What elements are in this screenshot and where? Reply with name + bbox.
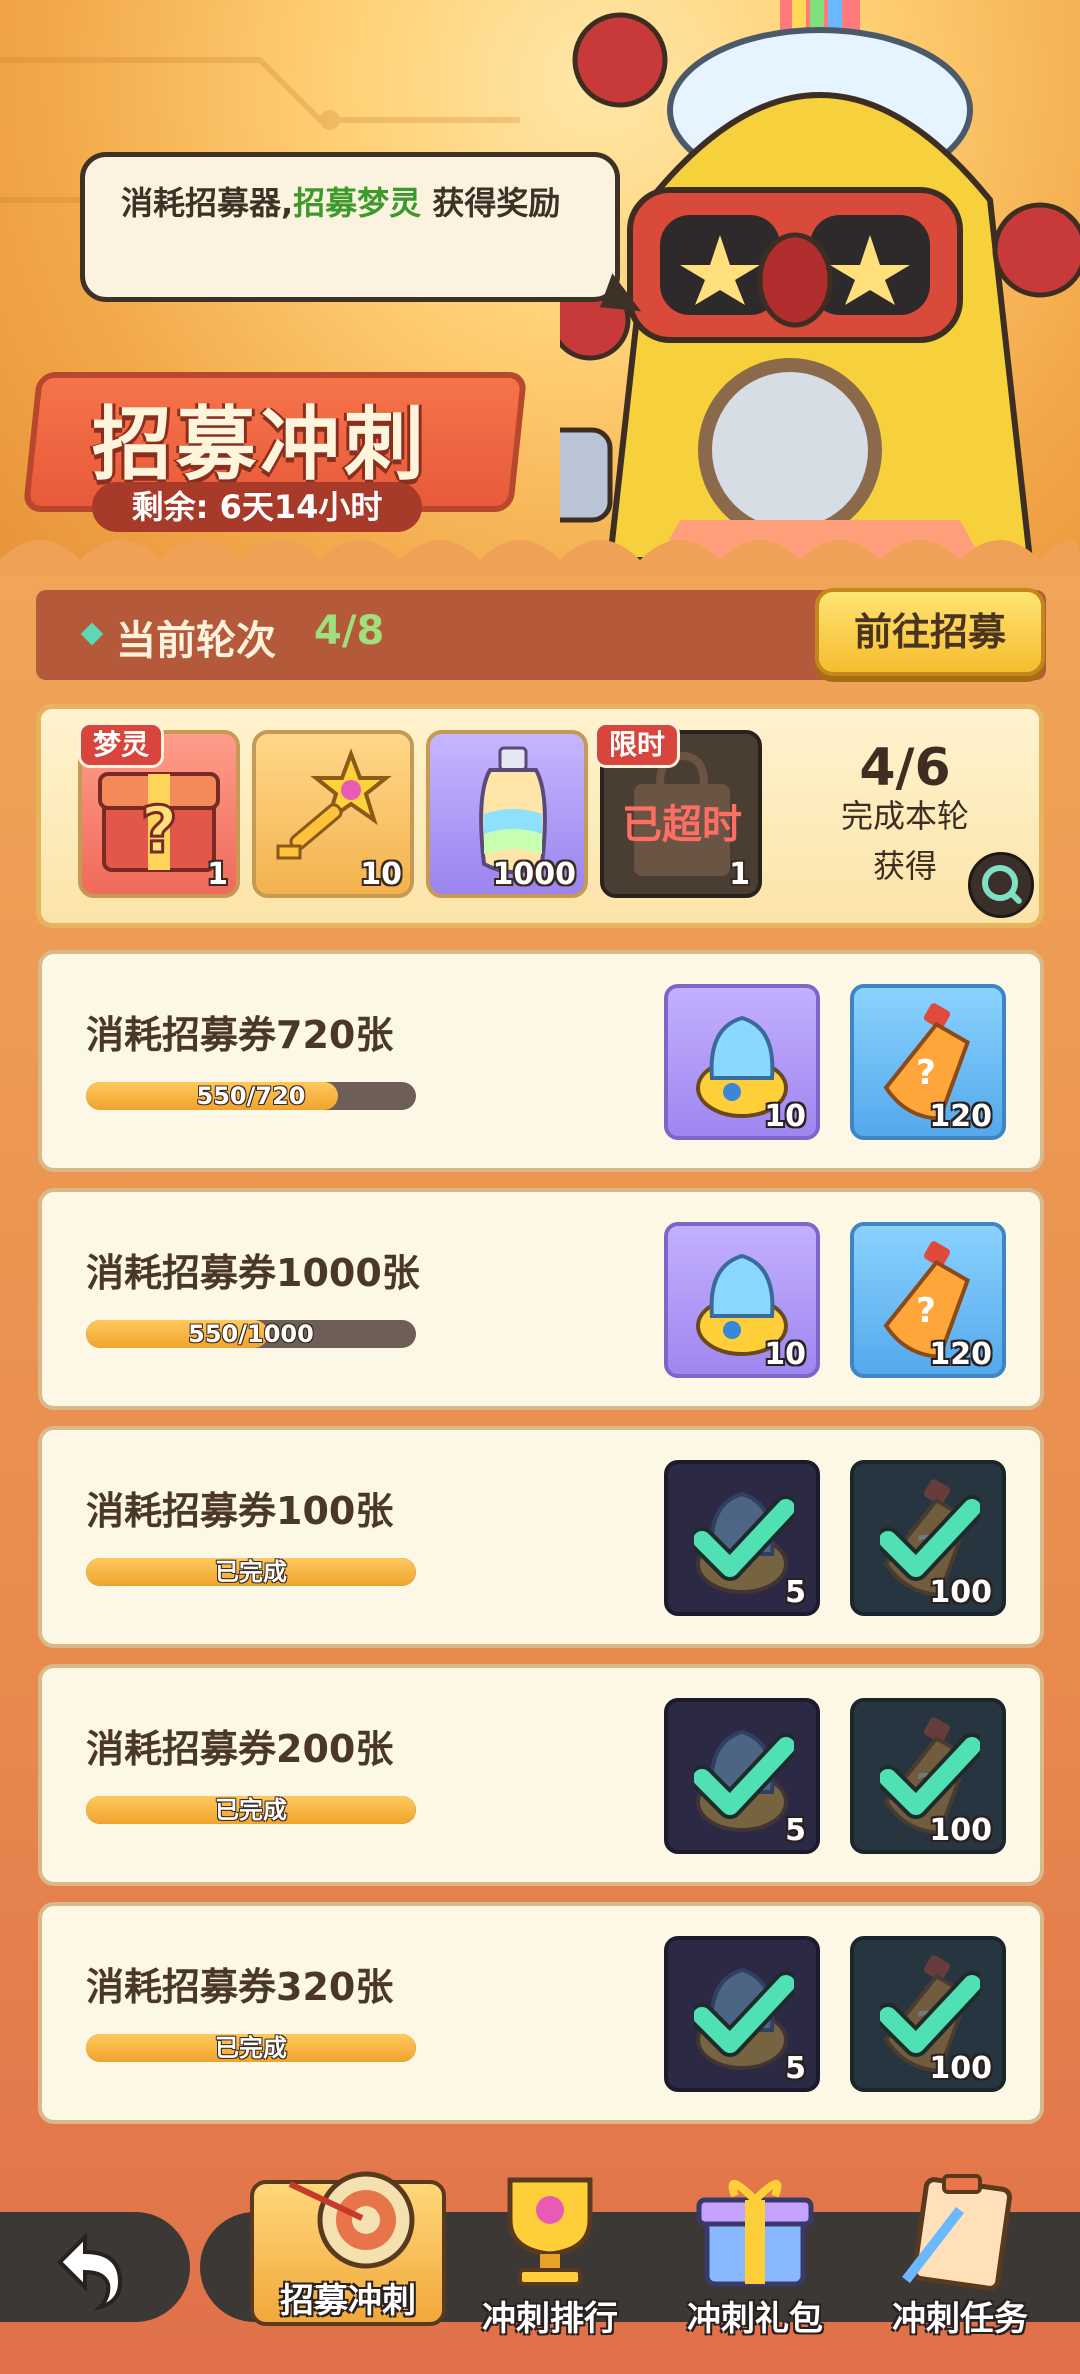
svg-text:?: ? [916,1291,936,1331]
tag-spirit: 梦灵 [78,722,165,768]
bubble-text: 消耗招募器, [121,184,294,222]
task-reward-item[interactable]: ? 100 [850,1936,1006,2092]
bubble-text-end: 获得奖励 [421,184,561,222]
bubble-highlight-text: 招募梦灵 [293,184,422,222]
task-card: 消耗招募券320张已完成 5 ? 100 [38,1902,1044,2124]
task-title: 消耗招募券720张 [86,1013,394,1057]
task-card: 消耗招募券1000张 550/1000 10? 120 [38,1188,1044,1410]
task-card: 消耗招募券720张 550/720 10? 120 [38,950,1044,1172]
reward-qty: 10 [764,1099,806,1134]
checkmark-icon [694,1495,794,1581]
reward-slot-key[interactable]: 10 [252,730,414,898]
reward-qty: 120 [929,1099,992,1134]
task-reward-item[interactable]: ? 100 [850,1460,1006,1616]
task-progress-bar: 550/1000 [86,1320,416,1348]
task-card: 消耗招募券100张已完成 5 ? 100 [38,1426,1044,1648]
reward-slot-bottle[interactable]: 1000 [426,730,588,898]
svg-text:?: ? [140,794,177,868]
checkmark-icon [694,1733,794,1819]
task-title: 消耗招募券100张 [86,1489,394,1533]
round-value: 4/8 [314,608,385,654]
tab-sprint-gift[interactable]: 冲刺礼包 [655,2170,855,2340]
tab-sprint-task[interactable]: 冲刺任务 [860,2170,1060,2340]
task-progress-bar: 已完成 [86,1558,416,1586]
task-progress-bar: 已完成 [86,2034,416,2062]
tab-recruit-sprint[interactable]: 招募冲刺 [250,2171,446,2326]
checkmark-icon [880,1495,980,1581]
progress-text: 已完成 [215,1796,287,1824]
reward-qty: 120 [929,1337,992,1372]
tab-label: 冲刺任务 [892,2299,1028,2339]
clipboard-icon [902,2174,1013,2290]
progress-text: 已完成 [215,1558,287,1586]
diamond-icon [80,622,104,646]
event-title: 招募冲刺 [92,398,428,491]
reward-qty: 5 [785,2051,806,2086]
reward-qty: 5 [785,1575,806,1610]
back-button[interactable] [0,2212,190,2322]
round-progress: 4/6 完成本轮 获得 [820,740,990,886]
checkmark-icon [880,1733,980,1819]
round-label: 当前轮次 [116,618,276,664]
tag-limited: 限时 [594,722,681,768]
trophy-icon [507,2177,593,2286]
progress-text: 550/720 [196,1082,306,1110]
reward-qty: 5 [785,1813,806,1848]
task-reward-item[interactable]: 5 [664,1460,820,1616]
task-reward-item[interactable]: 5 [664,1698,820,1854]
task-reward-item[interactable]: ? 100 [850,1698,1006,1854]
task-progress-bar: 已完成 [86,1796,416,1824]
task-reward-item[interactable]: ? 120 [850,1222,1006,1378]
reward-qty: 100 [929,1813,992,1848]
svg-text:?: ? [916,1053,936,1093]
magnifier-icon[interactable] [968,852,1034,918]
back-arrow-icon [57,2232,123,2311]
reward-qty: 100 [929,1575,992,1610]
hero-banner: 消耗招募器,招募梦灵 获得奖励 招募冲刺 剩余: 6天14小时 [0,0,1080,575]
task-reward-item[interactable]: 10 [664,1222,820,1378]
dartboard-icon [288,2171,415,2269]
reward-qty: 100 [929,2051,992,2086]
task-reward-item[interactable]: 5 [664,1936,820,2092]
scallop-divider [0,540,1080,575]
round-progress-value: 4/6 [859,738,951,798]
reward-qty: 10 [360,857,402,892]
round-progress-line1: 完成本轮 [840,797,969,835]
expired-label: 已超时 [622,802,742,848]
speech-bubble: 消耗招募器,招募梦灵 获得奖励 [80,152,620,302]
task-reward-item[interactable]: ? 120 [850,984,1006,1140]
tab-label: 冲刺礼包 [687,2299,823,2339]
task-title: 消耗招募券200张 [86,1727,394,1771]
task-reward-item[interactable]: 10 [664,984,820,1140]
tab-label: 冲刺排行 [482,2299,618,2339]
checkmark-icon [694,1971,794,2057]
goto-recruit-button[interactable]: 前往招募 [815,588,1045,676]
reward-qty: 1000 [492,857,577,892]
tab-sprint-ranking[interactable]: 冲刺排行 [450,2170,650,2340]
task-card: 消耗招募券200张已完成 5 ? 100 [38,1664,1044,1886]
task-title: 消耗招募券320张 [86,1965,394,2009]
progress-text: 550/1000 [188,1320,314,1348]
gift-box-icon [696,2180,814,2287]
task-title: 消耗招募券1000张 [86,1251,420,1295]
reward-qty: 10 [764,1337,806,1372]
tab-label: 招募冲刺 [280,2281,416,2321]
progress-text: 已完成 [215,2034,287,2062]
task-progress-bar: 550/720 [86,1082,416,1110]
reward-qty: 1 [729,857,750,892]
reward-qty: 1 [207,857,228,892]
checkmark-icon [880,1971,980,2057]
round-progress-line2: 获得 [872,847,937,885]
